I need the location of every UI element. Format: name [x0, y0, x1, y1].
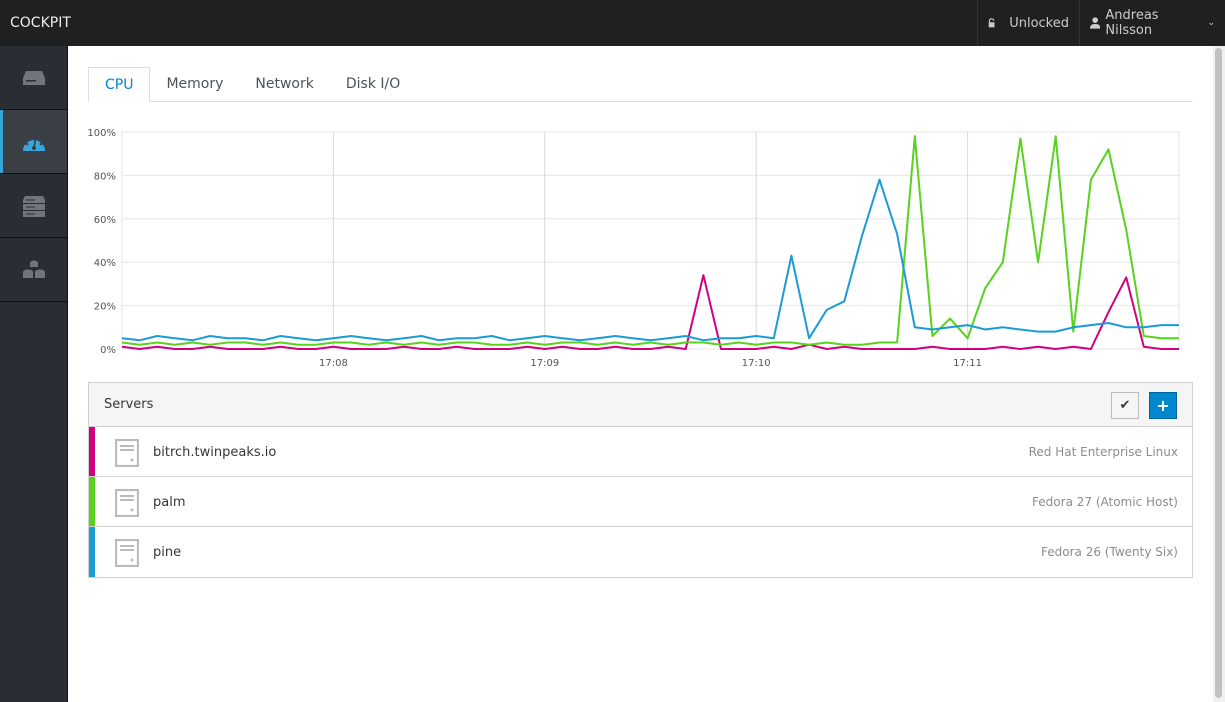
y-tick-label: 80% [94, 171, 116, 182]
server-icon [22, 70, 45, 85]
brand-title: COCKPIT [10, 15, 71, 31]
scrollbar-thumb[interactable] [1215, 48, 1222, 698]
x-tick-label: 17:08 [319, 358, 348, 369]
y-tick-label: 40% [94, 258, 116, 269]
y-tick-label: 100% [87, 128, 116, 139]
sidebar [0, 46, 68, 702]
server-row[interactable]: bitrch.twinpeaks.io Red Hat Enterprise L… [89, 427, 1192, 477]
series-line-palm [121, 135, 1179, 346]
servers-panel-header: Servers ✔ + [89, 383, 1192, 427]
server-os: Red Hat Enterprise Linux [1028, 445, 1178, 459]
sidebar-item-cluster[interactable] [0, 238, 67, 302]
server-color-bar [89, 427, 95, 476]
server-icon [115, 489, 139, 517]
sidebar-item-host[interactable] [0, 46, 67, 110]
page-scrollbar[interactable] [1213, 46, 1225, 702]
top-navbar: COCKPIT Unlocked Andreas Nilsson ⌄ [0, 0, 1225, 46]
series-line-bitrch [121, 274, 1179, 350]
tab-disk-io[interactable]: Disk I/O [330, 67, 416, 102]
cpu-usage-chart: 0% 20% 40% 60% 80% 100% 17:08 17:09 17:10 17:11 [87, 128, 1180, 369]
y-tick-label: 60% [94, 215, 116, 226]
server-os: Fedora 26 (Twenty Six) [1041, 545, 1178, 559]
user-name: Andreas Nilsson [1105, 8, 1159, 38]
x-tick-label: 17:11 [953, 358, 982, 369]
sidebar-item-dashboard[interactable] [0, 110, 67, 174]
lock-status-button[interactable]: Unlocked [977, 0, 1079, 46]
server-os: Fedora 27 (Atomic Host) [1032, 495, 1178, 509]
tab-memory[interactable]: Memory [150, 67, 239, 102]
series-line-pine [121, 178, 1179, 342]
user-menu[interactable]: Andreas Nilsson ⌄ [1079, 0, 1225, 46]
servers-panel-title: Servers [104, 397, 154, 412]
chevron-down-icon: ⌄ [1207, 18, 1215, 28]
checkmark-icon: ✔ [1119, 398, 1131, 413]
main-content: CPU Memory Network Disk I/O 0% 20% 40% 60% 8… [68, 46, 1213, 702]
servers-stack-icon [22, 195, 45, 217]
user-icon [1090, 17, 1101, 29]
metric-tabs: CPU Memory Network Disk I/O [88, 67, 1193, 102]
server-icon [115, 539, 139, 567]
x-tick-label: 17:10 [742, 358, 771, 369]
x-tick-label: 17:09 [530, 358, 559, 369]
server-name[interactable]: bitrch.twinpeaks.io [153, 445, 276, 460]
cluster-icon [22, 260, 45, 278]
tab-network[interactable]: Network [239, 67, 329, 102]
y-tick-label: 20% [94, 302, 116, 313]
server-icon [115, 439, 139, 467]
server-row[interactable]: palm Fedora 27 (Atomic Host) [89, 477, 1192, 527]
server-name[interactable]: pine [153, 545, 181, 560]
server-color-bar [89, 527, 95, 577]
servers-panel: Servers ✔ + bitrch.twinpeaks.io Red Hat … [88, 382, 1193, 578]
server-color-bar [89, 477, 95, 526]
server-name[interactable]: palm [153, 495, 186, 510]
dashboard-icon [22, 135, 45, 151]
server-row[interactable]: pine Fedora 26 (Twenty Six) [89, 527, 1192, 577]
unlock-icon [988, 18, 995, 28]
lock-status-label: Unlocked [1009, 15, 1069, 31]
tab-cpu[interactable]: CPU [88, 67, 151, 102]
edit-servers-button[interactable]: ✔ [1111, 392, 1139, 419]
sidebar-item-servers[interactable] [0, 174, 67, 238]
plot-area [121, 131, 1180, 350]
add-server-button[interactable]: + [1149, 392, 1177, 419]
y-tick-label: 0% [100, 345, 116, 356]
plus-icon: + [1156, 396, 1170, 415]
